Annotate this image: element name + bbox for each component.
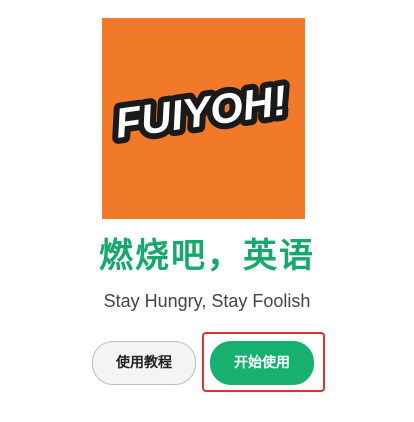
start-button[interactable]: 开始使用	[210, 341, 314, 385]
page: FUIYOH! FUIYOH! 燃烧吧，英语 Stay Hungry, Stay…	[0, 0, 414, 422]
fuiyoh-logo-graphic: FUIYOH! FUIYOH!	[102, 18, 305, 219]
tutorial-button[interactable]: 使用教程	[92, 341, 196, 385]
page-title: 燃烧吧，英语	[99, 236, 315, 276]
app-logo: FUIYOH! FUIYOH!	[102, 18, 305, 219]
tagline: Stay Hungry, Stay Foolish	[103, 291, 311, 311]
